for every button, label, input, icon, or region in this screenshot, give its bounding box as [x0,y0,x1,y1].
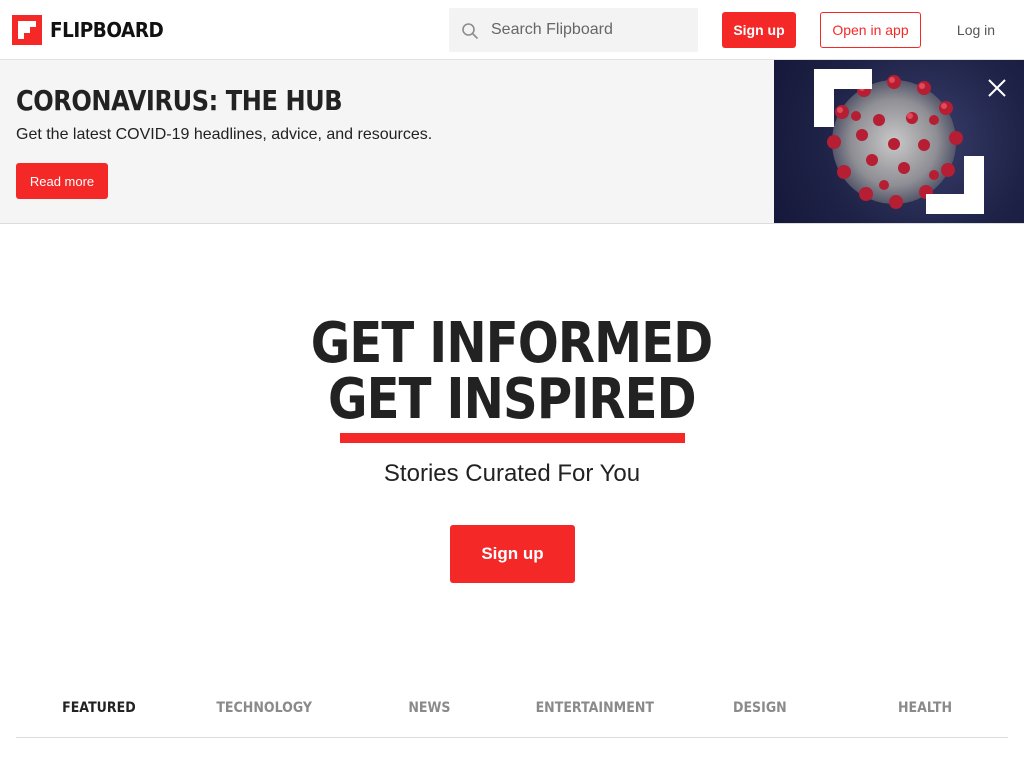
logo-text: FLIPBOARD [50,18,164,42]
search-box[interactable] [449,8,698,52]
tab-technology[interactable]: TECHNOLOGY [181,690,346,737]
hero-underline [340,433,685,443]
signup-button[interactable]: Sign up [722,12,796,48]
coronavirus-banner: CORONAVIRUS: THE HUB Get the latest COVI… [0,60,1024,224]
hero-signup-button[interactable]: Sign up [450,525,575,583]
hero-headline-2: GET INSPIRED [328,367,697,432]
login-link[interactable]: Log in [950,12,1002,48]
open-in-app-button[interactable]: Open in app [820,12,921,48]
tab-news[interactable]: NEWS [347,690,512,737]
hero-headline-1: GET INFORMED [311,311,714,376]
tab-entertainment[interactable]: ENTERTAINMENT [512,690,677,737]
close-icon[interactable] [984,75,1010,101]
tab-featured[interactable]: FEATURED [16,690,181,737]
banner-title: CORONAVIRUS: THE HUB [16,84,343,117]
tab-design[interactable]: DESIGN [677,690,842,737]
flipboard-logo-icon [12,15,42,45]
banner-subtitle: Get the latest COVID-19 headlines, advic… [16,126,433,143]
search-input[interactable] [491,8,691,52]
hero-tagline: Stories Curated For You [383,460,641,487]
category-tabs: FEATURED TECHNOLOGY NEWS ENTERTAINMENT D… [16,690,1008,738]
read-more-button[interactable]: Read more [16,163,108,199]
search-icon [462,23,478,39]
flipboard-logo[interactable]: FLIPBOARD [12,15,173,45]
tab-health[interactable]: HEALTH [843,690,1008,737]
site-header: FLIPBOARD Sign up Open in app Log in [0,0,1024,60]
